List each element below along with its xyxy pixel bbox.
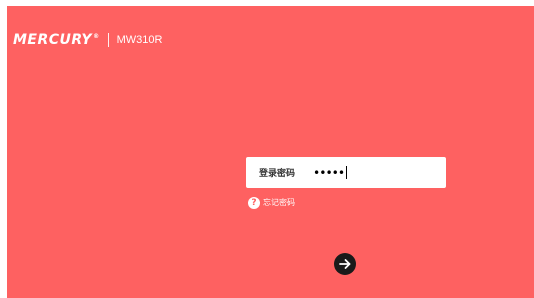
brand-header: MERCURY® MW310R — [13, 30, 162, 50]
forgot-password-text: 忘记密码 — [263, 198, 295, 207]
model-name: MW310R — [116, 34, 163, 46]
help-icon: ? — [248, 197, 260, 209]
arrow-right-icon — [339, 259, 351, 269]
login-page: MERCURY® MW310R 登录密码 ••••• ? 忘记密码 — [7, 6, 534, 298]
password-input[interactable]: ••••• — [313, 163, 433, 183]
forgot-password-link[interactable]: ? 忘记密码 — [248, 196, 295, 210]
brand-divider — [107, 33, 109, 47]
password-field-container: 登录密码 ••••• — [246, 157, 446, 188]
password-label: 登录密码 — [259, 169, 296, 179]
logo-text: MERCURY — [13, 32, 93, 48]
login-submit-button[interactable] — [334, 253, 356, 275]
text-caret — [346, 166, 348, 179]
password-value: ••••• — [313, 165, 345, 180]
registered-mark: ® — [93, 33, 100, 41]
page-frame: MERCURY® MW310R 登录密码 ••••• ? 忘记密码 — [0, 0, 534, 298]
mercury-logo: MERCURY® — [13, 30, 100, 50]
